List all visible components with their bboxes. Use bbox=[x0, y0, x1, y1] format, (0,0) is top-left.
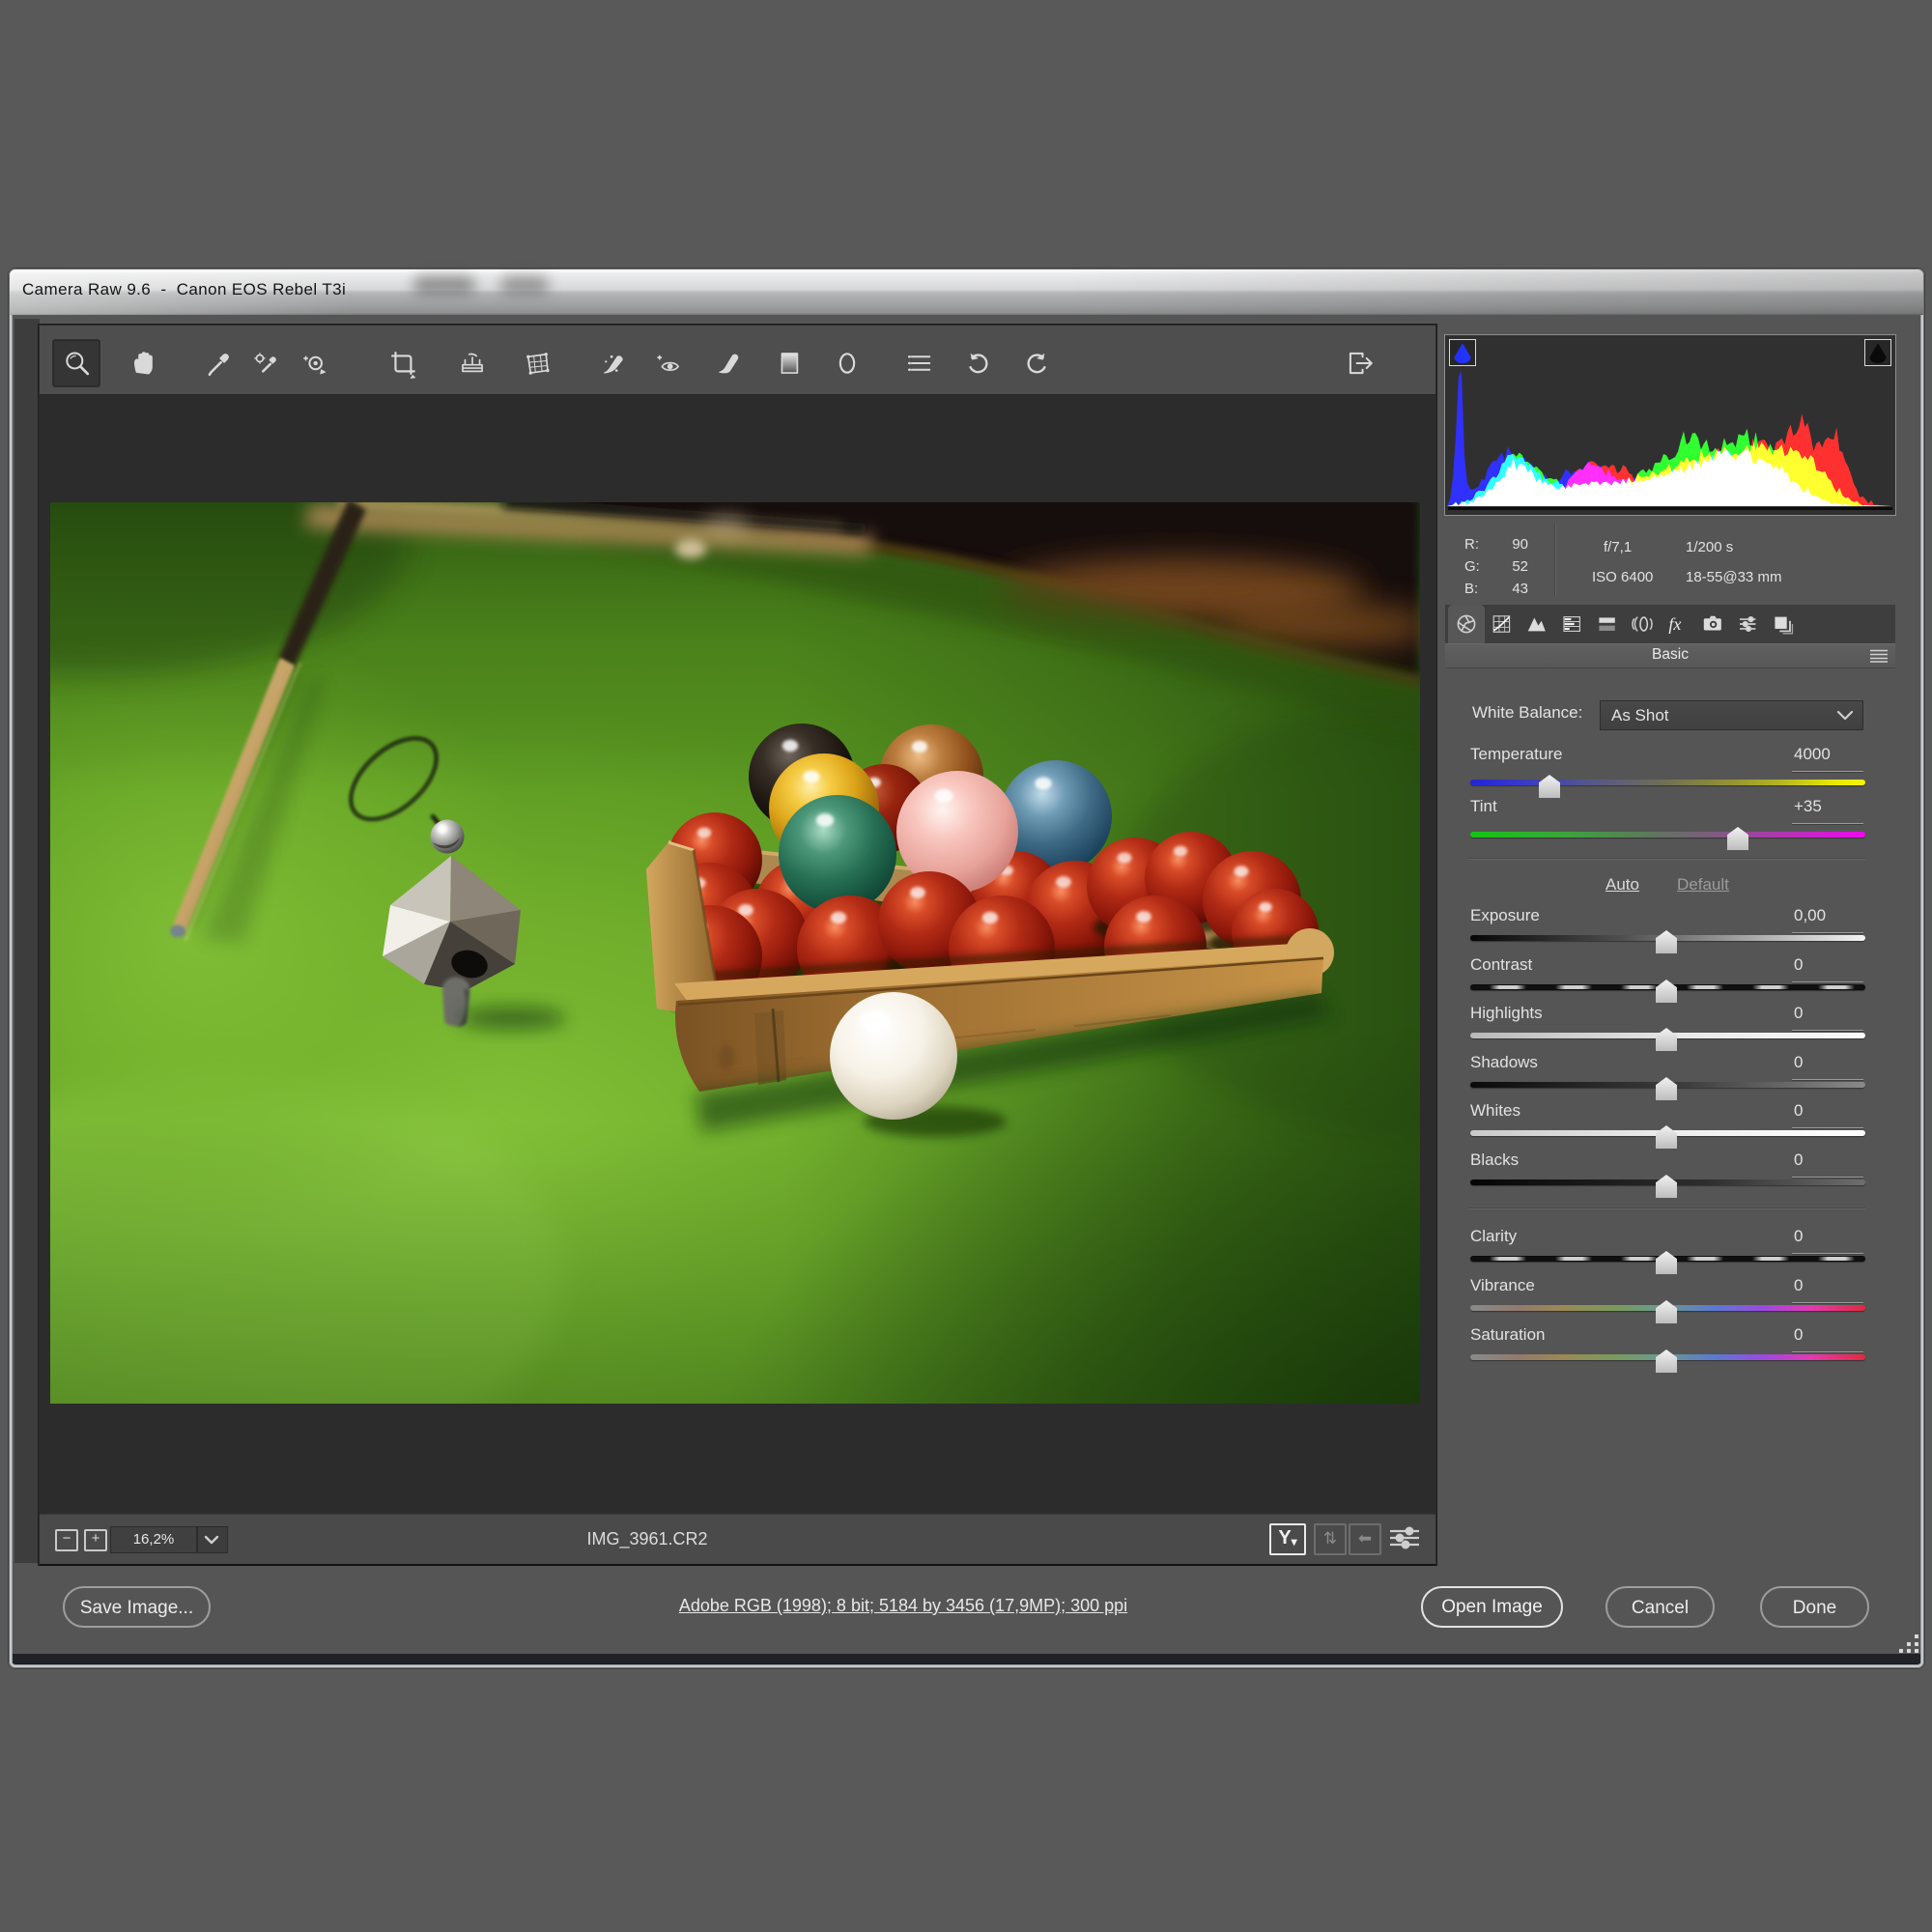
svg-text:fx: fx bbox=[1668, 614, 1681, 634]
